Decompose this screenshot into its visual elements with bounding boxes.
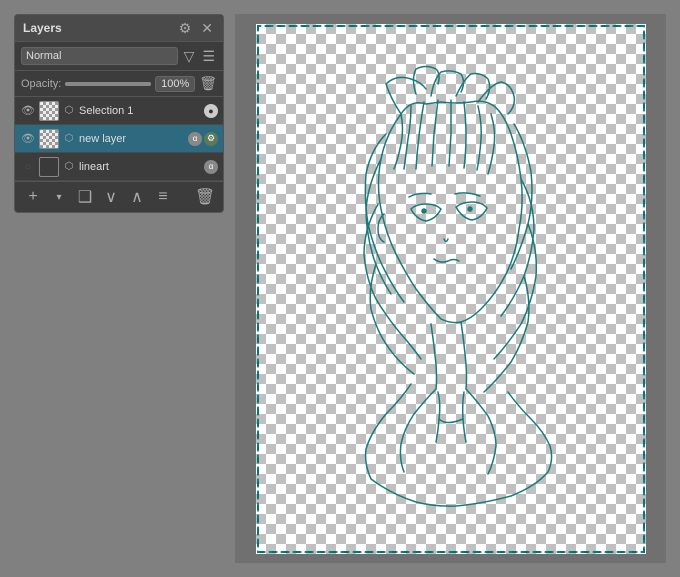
duplicate-layer-button[interactable]: ❑ [75, 187, 95, 207]
mode-row: Normal Multiply Screen Overlay ▽ ☰ [15, 42, 223, 71]
opacity-label: Opacity: [21, 78, 61, 90]
panel-close-button[interactable]: ✕ [199, 19, 215, 37]
layer-row-selection1[interactable]: 👁 ⬡ Selection 1 ● [15, 97, 223, 125]
layer-badges-lineart: α [204, 160, 218, 174]
layers-list: 👁 ⬡ Selection 1 ● 👁 ⬡ new layer α ⚙ ○ ⬡ … [15, 97, 223, 182]
layer-thumb-lineart [39, 157, 59, 177]
layer-badges-selection1: ● [204, 104, 218, 118]
layer-name-lineart: lineart [79, 161, 201, 173]
panel-toolbar: + ▾ ❑ ∨ ∧ ≡ 🗑 [15, 182, 223, 212]
layer-badge-gear-newlayer: ⚙ [204, 132, 218, 146]
layer-thumb-newlayer [39, 129, 59, 149]
add-layer-button[interactable]: + [23, 187, 43, 207]
delete-layer-button[interactable]: 🗑 [195, 187, 215, 207]
panel-title-icons: ⚙ ✕ [177, 19, 215, 37]
layers-menu-button[interactable]: ☰ [200, 47, 217, 65]
layer-eye-lineart[interactable]: ○ [20, 159, 36, 175]
add-layer-dropdown-button[interactable]: ▾ [49, 187, 69, 207]
canvas-wrapper [256, 24, 646, 554]
panel-config-button[interactable]: ⚙ [177, 19, 194, 37]
layers-panel: Layers ⚙ ✕ Normal Multiply Screen Overla… [14, 14, 224, 213]
move-layer-down-button[interactable]: ∨ [101, 187, 121, 207]
blend-mode-select[interactable]: Normal Multiply Screen Overlay [21, 47, 178, 65]
layer-type-icon-lineart: ⬡ [62, 161, 76, 172]
panel-title-bar: Layers ⚙ ✕ [15, 15, 223, 42]
opacity-value: 100% [155, 76, 195, 92]
layer-thumb-selection1 [39, 101, 59, 121]
opacity-trash-button[interactable]: 🗑 [199, 75, 217, 92]
layer-eye-selection1[interactable]: 👁 [20, 103, 36, 119]
layer-row-lineart[interactable]: ○ ⬡ lineart α [15, 153, 223, 181]
layer-badge-white-selection1: ● [204, 104, 218, 118]
layer-row-newlayer[interactable]: 👁 ⬡ new layer α ⚙ [15, 125, 223, 153]
move-layer-up-button[interactable]: ∧ [127, 187, 147, 207]
canvas-area [235, 14, 666, 563]
layer-badges-newlayer: α ⚙ [188, 132, 218, 146]
layer-name-selection1: Selection 1 [79, 105, 201, 117]
layer-badge-alpha-newlayer: α [188, 132, 202, 146]
merge-layers-button[interactable]: ≡ [153, 187, 173, 207]
layer-type-icon-selection1: ⬡ [62, 105, 76, 116]
panel-title: Layers [23, 21, 62, 35]
line-art [364, 66, 552, 506]
opacity-row: Opacity: 100% 🗑 [15, 71, 223, 97]
opacity-slider[interactable] [65, 82, 151, 86]
layer-type-icon-newlayer: ⬡ [62, 133, 76, 144]
opacity-slider-fill [65, 82, 151, 86]
canvas-drawing[interactable] [256, 24, 646, 554]
layer-eye-newlayer[interactable]: 👁 [20, 131, 36, 147]
layer-name-newlayer: new layer [79, 133, 185, 145]
filter-button[interactable]: ▽ [182, 47, 197, 65]
layer-badge-alpha-lineart: α [204, 160, 218, 174]
